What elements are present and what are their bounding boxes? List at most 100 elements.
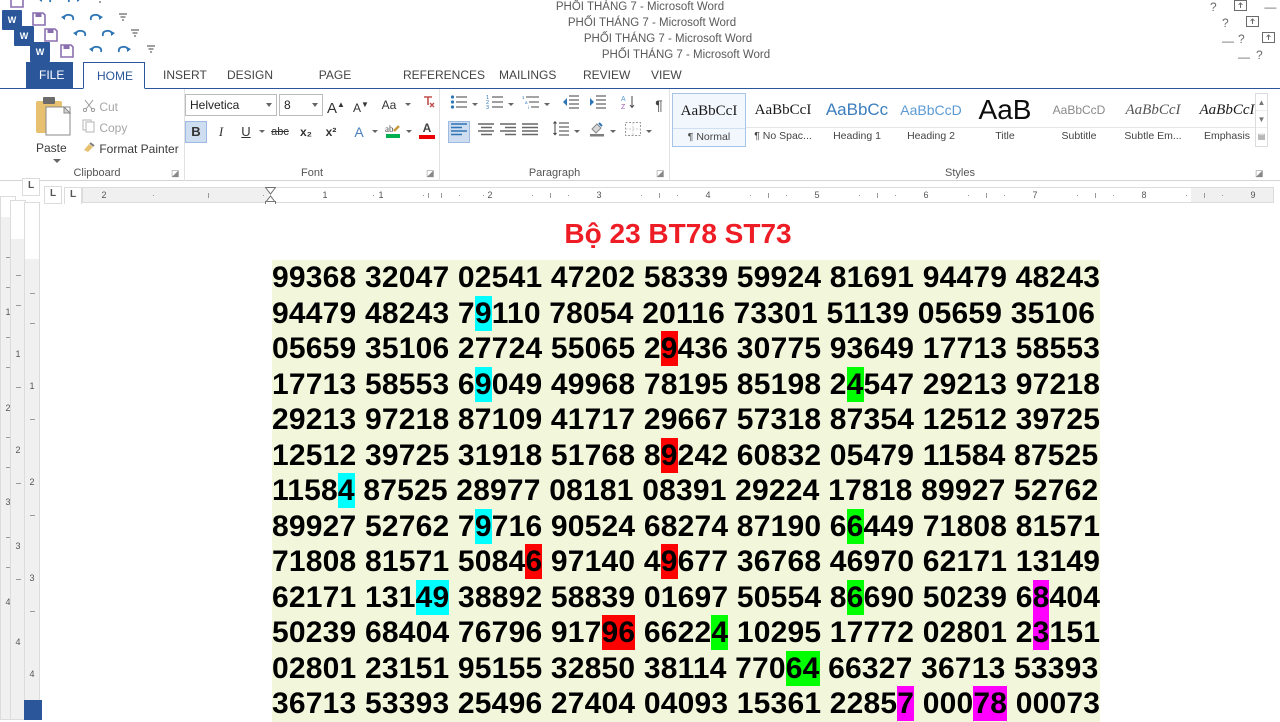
undo-icon[interactable] xyxy=(36,0,56,12)
cut-button[interactable]: Cut xyxy=(82,98,118,114)
number-row[interactable]: 05659 35106 27724 55065 29436 30775 9364… xyxy=(272,331,1101,367)
tab-selector-ghost-2[interactable] xyxy=(44,186,62,204)
style-heading-2[interactable]: AaBbCcD Heading 2 xyxy=(894,93,968,147)
save-icon[interactable] xyxy=(30,10,50,30)
vertical-ruler[interactable]: 1 2 3 4 xyxy=(24,202,40,720)
number-row[interactable]: 12512 39725 31918 51768 89242 60832 0547… xyxy=(272,437,1101,473)
chevron-down-icon[interactable] xyxy=(405,103,411,106)
styles-scroll-up[interactable]: ▲ xyxy=(1256,94,1267,111)
change-case-button[interactable]: Aa xyxy=(375,94,403,116)
chevron-down-icon[interactable] xyxy=(259,130,265,133)
show-formatting-marks-button[interactable]: ¶ xyxy=(648,94,670,116)
help-icon[interactable]: ? xyxy=(1222,14,1229,32)
styles-scroll-down[interactable]: ▼ xyxy=(1256,111,1267,128)
clear-formatting-button[interactable] xyxy=(417,94,439,116)
increase-indent-button[interactable] xyxy=(587,94,609,116)
font-dialog-launcher[interactable]: ◪ xyxy=(426,169,435,178)
font-size-box[interactable]: 8 xyxy=(279,94,323,116)
styles-scroll-controls[interactable]: ▲ ▼ ▤ xyxy=(1255,93,1268,147)
chevron-down-icon[interactable] xyxy=(610,130,616,133)
ribbon-display-options-icon[interactable] xyxy=(1234,0,1248,16)
chevron-down-icon[interactable] xyxy=(472,103,478,106)
style-normal[interactable]: AaBbCcI ¶ Normal xyxy=(672,93,746,147)
undo-icon[interactable] xyxy=(87,42,107,62)
number-row[interactable]: 11584 87525 28977 08181 08391 29224 1781… xyxy=(272,473,1101,509)
customize-qat-icon[interactable] xyxy=(144,42,164,62)
help-icon[interactable]: ? xyxy=(1238,30,1245,48)
italic-button[interactable]: I xyxy=(210,121,232,143)
styles-dialog-launcher[interactable]: ◪ xyxy=(1255,169,1264,178)
customize-qat-icon[interactable] xyxy=(128,26,148,46)
number-row[interactable]: 94479 48243 79110 78054 20116 73301 5113… xyxy=(272,295,1101,331)
document-page[interactable]: Bộ 23 BT78 ST73 99368 32047 02541 47202 … xyxy=(82,204,1274,722)
styles-more[interactable]: ▤ xyxy=(1256,128,1267,145)
tab-home[interactable]: HOME xyxy=(83,62,145,89)
bold-button[interactable]: B xyxy=(185,121,207,143)
underline-button[interactable]: U xyxy=(235,121,257,143)
tab-file[interactable]: FILE xyxy=(26,62,73,89)
chevron-down-icon[interactable] xyxy=(406,130,412,133)
bullets-button[interactable] xyxy=(448,94,470,116)
horizontal-ruler[interactable]: 2 1 1 2 3 4 5 6 7 8 9 xyxy=(82,187,1274,203)
save-icon[interactable] xyxy=(58,42,78,62)
tab-selector[interactable] xyxy=(64,187,82,205)
chevron-down-icon[interactable] xyxy=(646,130,652,133)
numbering-button[interactable]: 123 xyxy=(484,94,506,116)
paste-icon[interactable] xyxy=(30,95,74,144)
borders-button[interactable] xyxy=(622,121,644,143)
number-row[interactable]: 62171 13149 38892 58839 01697 50554 8669… xyxy=(272,579,1101,615)
chevron-down-icon[interactable] xyxy=(312,103,318,107)
number-row[interactable]: 99368 32047 02541 47202 58339 59924 8169… xyxy=(272,260,1101,296)
style-subtle-emphasis[interactable]: AaBbCcI Subtle Em... xyxy=(1116,93,1190,147)
number-row[interactable]: 29213 97218 87109 41717 29667 57318 8735… xyxy=(272,402,1101,438)
redo-icon[interactable] xyxy=(99,26,119,46)
number-grid[interactable]: 99368 32047 02541 47202 58339 59924 8169… xyxy=(272,260,1101,722)
style-title[interactable]: AaB Title xyxy=(968,93,1042,147)
save-icon[interactable] xyxy=(42,26,62,46)
style-subtitle[interactable]: AaBbCcD Subtitle xyxy=(1042,93,1116,147)
undo-icon[interactable] xyxy=(71,26,91,46)
undo-icon[interactable] xyxy=(59,10,79,30)
style-emphasis[interactable]: AaBbCcI Emphasis xyxy=(1190,93,1264,147)
minimize-icon[interactable]: — xyxy=(1222,32,1234,50)
chevron-down-icon[interactable] xyxy=(574,130,580,133)
indent-marker-top[interactable] xyxy=(264,187,277,203)
font-name-box[interactable]: Helvetica xyxy=(185,94,277,116)
tab-insert[interactable]: INSERT xyxy=(150,62,208,89)
tab-review[interactable]: REVIEW xyxy=(570,62,634,89)
number-row[interactable]: 89927 52762 79716 90524 68274 87190 6644… xyxy=(272,508,1101,544)
format-painter-button[interactable]: Format Painter xyxy=(82,140,179,156)
number-row[interactable]: 71808 81571 50846 97140 49677 36768 4697… xyxy=(272,544,1101,580)
align-left-button[interactable] xyxy=(448,121,470,143)
chevron-down-icon[interactable] xyxy=(266,103,272,107)
redo-icon[interactable] xyxy=(87,10,107,30)
ribbon-display-options-icon[interactable] xyxy=(1246,14,1260,32)
text-effects-button[interactable]: A xyxy=(348,121,370,143)
shading-button[interactable] xyxy=(586,121,608,143)
number-row[interactable]: 17713 58553 69049 49968 78195 85198 2454… xyxy=(272,366,1101,402)
redo-icon[interactable] xyxy=(115,42,135,62)
align-right-button[interactable] xyxy=(497,121,519,143)
customize-qat-icon[interactable] xyxy=(116,10,136,30)
font-color-button[interactable]: A xyxy=(416,121,438,143)
tab-view[interactable]: VIEW xyxy=(638,62,690,89)
chevron-down-icon[interactable] xyxy=(544,103,550,106)
word-app-icon[interactable] xyxy=(14,26,34,46)
number-row[interactable]: 50239 68404 76796 91796 66224 10295 1777… xyxy=(272,615,1101,651)
grow-font-button[interactable]: A▲ xyxy=(325,94,347,117)
number-row[interactable]: 36713 53393 25496 27404 04093 15361 2285… xyxy=(272,686,1101,722)
tab-design[interactable]: DESIGN xyxy=(214,62,280,89)
text-highlight-button[interactable]: ab xyxy=(382,121,404,143)
tab-mailings[interactable]: MAILINGS xyxy=(486,62,566,89)
copy-button[interactable]: Copy xyxy=(82,119,127,135)
paste-label[interactable]: Paste xyxy=(36,141,67,155)
align-center-button[interactable] xyxy=(475,121,497,143)
shrink-font-button[interactable]: A▼ xyxy=(350,94,372,116)
tab-references[interactable]: REFERENCES xyxy=(390,62,485,89)
ribbon-display-options-icon[interactable] xyxy=(1262,30,1276,48)
sort-button[interactable]: AZ xyxy=(618,94,640,116)
superscript-button[interactable]: x² xyxy=(320,121,342,143)
redo-icon[interactable] xyxy=(65,0,85,12)
chevron-down-icon[interactable] xyxy=(372,130,378,133)
tab-selector-ghost-1[interactable] xyxy=(22,178,40,196)
